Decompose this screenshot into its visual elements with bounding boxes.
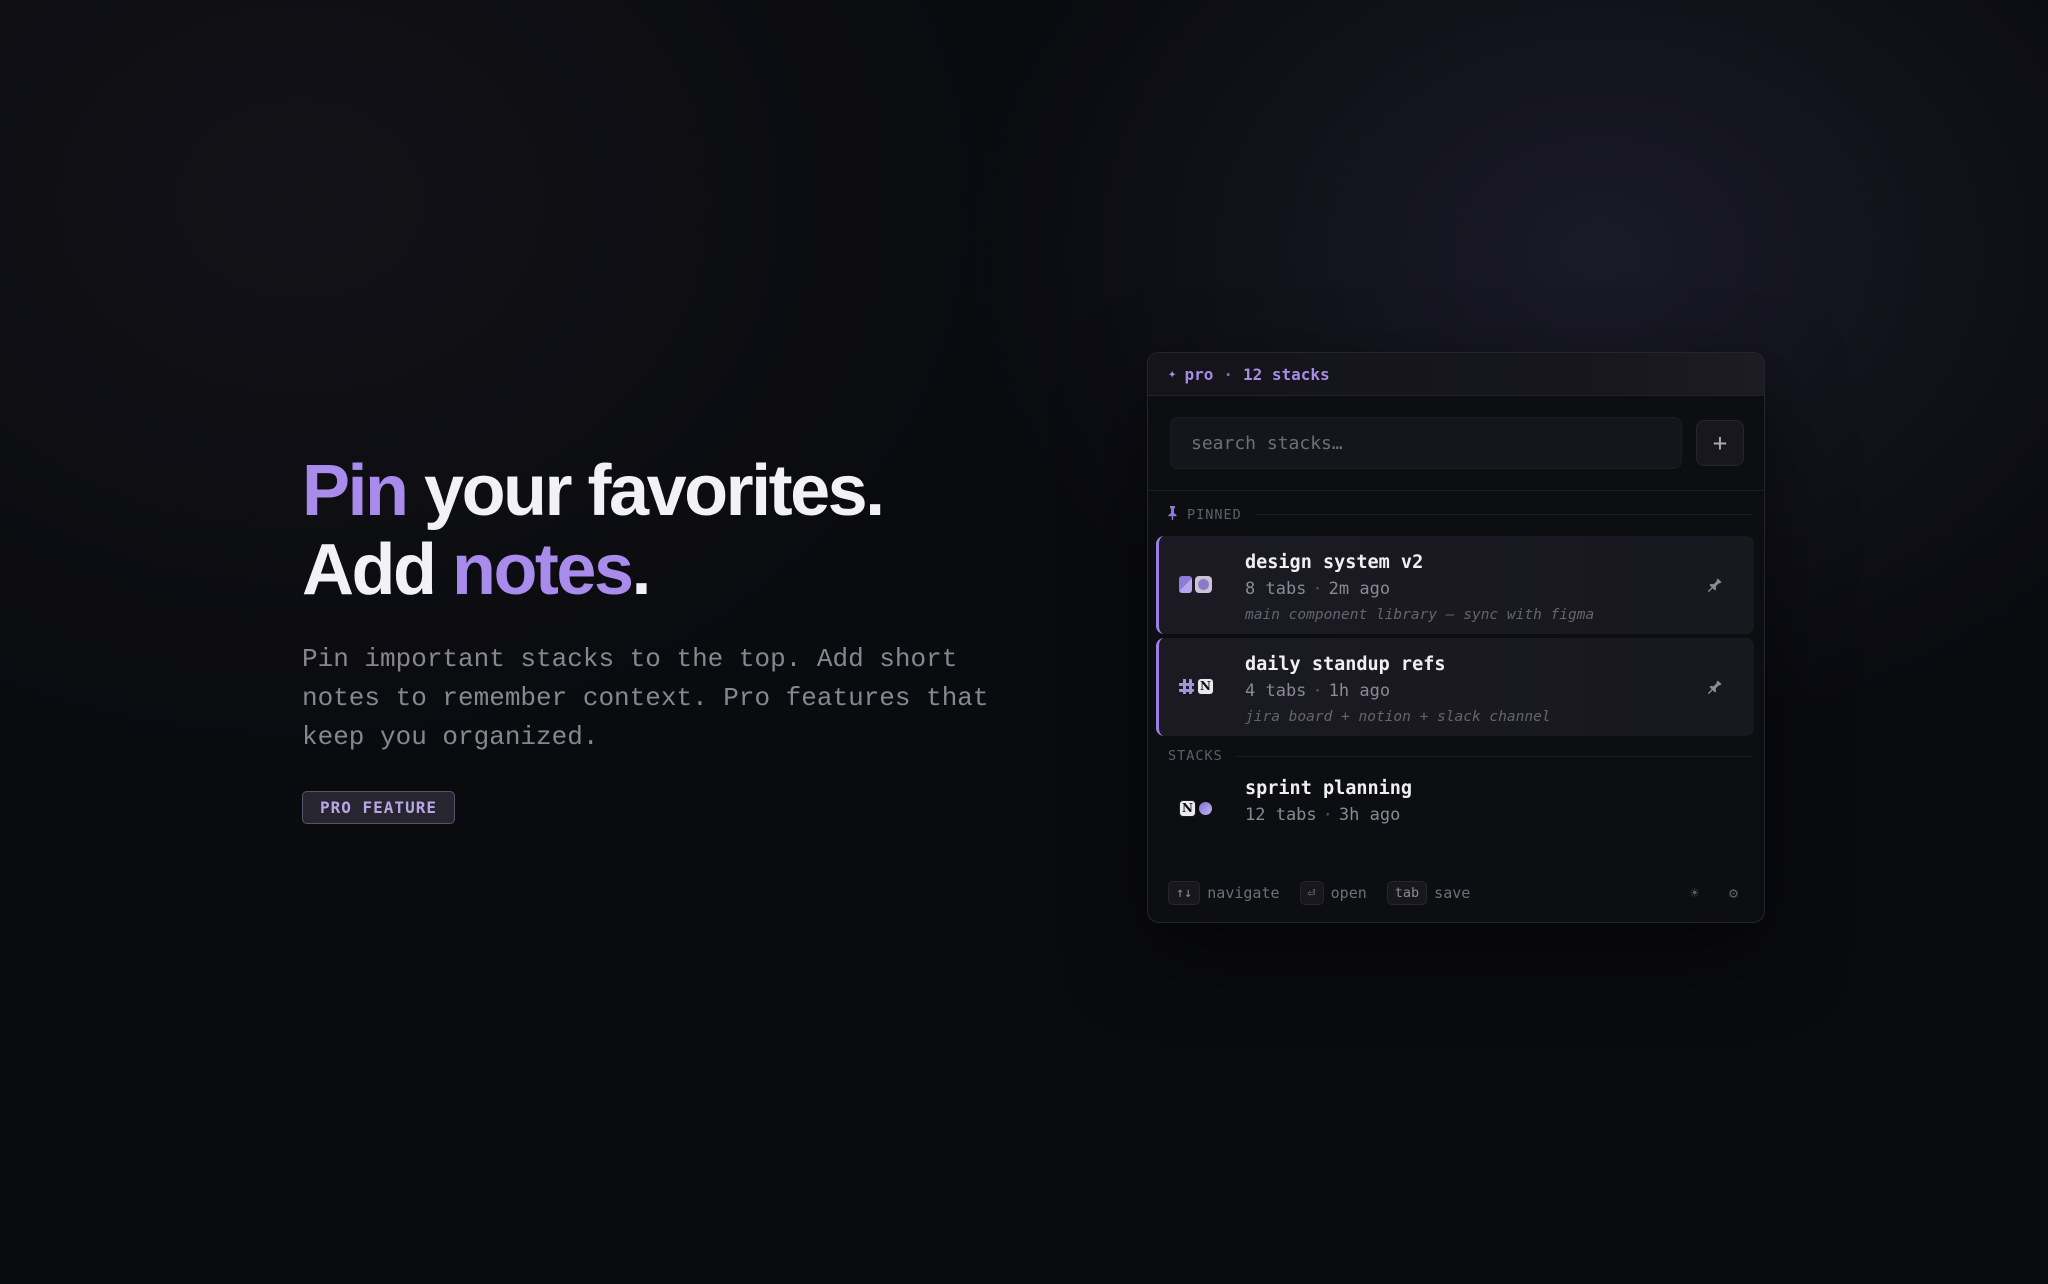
sparkle-icon: ✦ [1168, 366, 1177, 382]
header-separator: · [1223, 364, 1233, 384]
footer-icons: ☀ ⚙ [1660, 884, 1738, 902]
hero-title: Pin your favorites. Add notes. [302, 452, 1062, 610]
stack-tab-count: 8 tabs [1245, 579, 1307, 599]
dribbble-icon [1195, 575, 1212, 593]
stack-meta: 12 tabs · 3h ago [1245, 802, 1412, 829]
pinned-stack-item[interactable]: N daily standup refs 4 tabs · 1h ago jira … [1156, 638, 1754, 736]
pin-small-icon [1168, 506, 1177, 523]
stack-title: design system v2 [1245, 552, 1424, 573]
theme-toggle-icon[interactable]: ☀ [1690, 884, 1699, 902]
hero-title-line2-end: . [631, 530, 652, 610]
stack-note: main component library — sync with figma [1245, 607, 1595, 623]
figma-icon [1179, 575, 1192, 593]
stack-title: sprint planning [1245, 778, 1413, 799]
favicon-group: N [1179, 794, 1237, 822]
pinned-section-label: PINNED [1148, 506, 1764, 523]
hero-title-accent-pin: Pin [302, 451, 409, 531]
save-key: tab [1386, 881, 1428, 905]
stack-item-body: daily standup refs 4 tabs · 1h ago jira bo… [1245, 652, 1551, 729]
stacks-label: STACKS [1168, 748, 1223, 764]
save-hint: save [1434, 884, 1471, 902]
meta-separator: · [1312, 681, 1323, 701]
favicon-group [1179, 570, 1237, 598]
add-stack-button[interactable]: + [1696, 420, 1744, 466]
stack-tab-count: 12 tabs [1245, 805, 1317, 825]
hero-title-accent-notes: notes [451, 530, 634, 610]
panel-footer: ↑↓ navigate ⏎ open tab save ☀ ⚙ [1148, 864, 1764, 922]
favicon-group: N [1179, 672, 1237, 700]
stack-item-body: sprint planning 12 tabs · 3h ago [1245, 776, 1412, 829]
hero-section: Pin your favorites. Add notes. Pin impor… [302, 452, 1062, 824]
stack-count: 12 stacks [1242, 364, 1330, 384]
navigate-key: ↑↓ [1168, 881, 1201, 905]
linear-icon [1199, 801, 1212, 815]
hero-description: Pin important stacks to the top. Add sho… [302, 644, 989, 752]
panel-header: ✦ pro · 12 stacks [1148, 353, 1764, 396]
stack-meta: 8 tabs · 2m ago [1245, 576, 1594, 603]
slack-icon [1179, 678, 1194, 694]
meta-separator: · [1322, 805, 1333, 825]
search-row: + [1148, 396, 1764, 470]
stack-time: 2m ago [1328, 579, 1391, 599]
stacks-panel: ✦ pro · 12 stacks + PINNED design system… [1147, 352, 1765, 923]
pin-icon[interactable] [1704, 678, 1724, 698]
stack-time: 1h ago [1328, 681, 1391, 701]
section-rule [1255, 514, 1752, 515]
meta-separator: · [1312, 579, 1323, 599]
stack-time: 3h ago [1338, 805, 1401, 825]
stack-meta: 4 tabs · 1h ago [1245, 678, 1551, 705]
pinned-stack-item[interactable]: design system v2 8 tabs · 2m ago main comp… [1156, 536, 1754, 634]
navigate-hint: navigate [1207, 884, 1280, 902]
divider [1148, 490, 1764, 491]
settings-gear-icon[interactable]: ⚙ [1729, 884, 1738, 902]
stack-item-body: design system v2 8 tabs · 2m ago main comp… [1245, 550, 1594, 627]
hero-title-line2-start: Add [302, 530, 452, 610]
plan-label: pro [1184, 364, 1214, 384]
open-hint: open [1330, 884, 1367, 902]
pin-icon[interactable] [1704, 576, 1724, 596]
notion-icon: N [1197, 677, 1214, 695]
pro-feature-badge: PRO FEATURE [302, 791, 455, 824]
stack-note: jira board + notion + slack channel [1245, 709, 1551, 725]
pinned-label: PINNED [1187, 506, 1242, 523]
hero-title-line1: your favorites. [406, 451, 885, 531]
section-rule [1236, 755, 1752, 757]
notion-icon: N [1179, 799, 1196, 817]
open-key: ⏎ [1299, 881, 1324, 905]
stack-title: daily standup refs [1245, 654, 1446, 675]
search-input[interactable] [1170, 417, 1682, 469]
stack-tab-count: 4 tabs [1245, 681, 1307, 701]
stacks-section-label: STACKS [1148, 748, 1764, 764]
stack-item[interactable]: N sprint planning 12 tabs · 3h ago [1156, 764, 1754, 854]
